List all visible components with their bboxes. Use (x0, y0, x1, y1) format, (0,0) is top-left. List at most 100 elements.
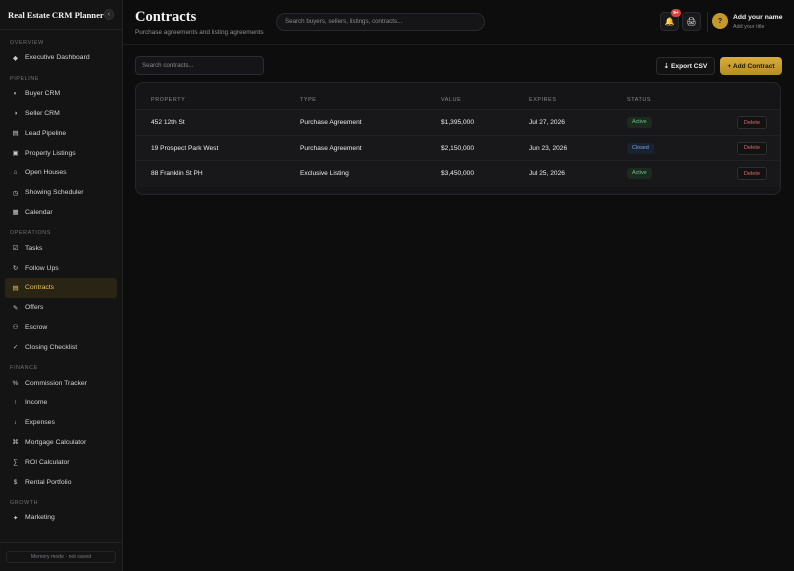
sidebar-section-label: OVERVIEW (10, 40, 44, 46)
app-title: Real Estate CRM Planner (8, 9, 104, 20)
bell-icon: 🔔 (664, 17, 675, 26)
table-row[interactable]: 88 Franklin St PH Exclusive Listing $3,450… (136, 161, 780, 187)
sidebar-item-label: Seller CRM (25, 109, 60, 117)
add-contract-button[interactable]: + Add Contract (720, 57, 782, 75)
sidebar: Real Estate CRM Planner ‹ OVERVIEW ◆ Execu… (0, 0, 123, 571)
sidebar-item-executive-dashboard[interactable]: ◆ Executive Dashboard (5, 48, 117, 68)
sidebar-section-label: PIPELINE (10, 75, 40, 82)
sidebar-item-label: Rental Portfolio (25, 478, 72, 486)
pencil-icon: ✎ (12, 304, 19, 312)
check-icon: ✓ (12, 344, 19, 352)
chevron-left-icon[interactable]: ‹ (103, 9, 114, 20)
status-badge: Closed (627, 142, 654, 154)
table-body: 452 12th St Purchase Agreement $1,395,000 J… (136, 110, 780, 187)
sidebar-section-label: OPERATIONS (10, 230, 51, 237)
sidebar-item-label: Showing Scheduler (25, 189, 84, 197)
listing-icon: ▣ (12, 150, 19, 158)
sidebar-item-showing-scheduler[interactable]: ◷ Showing Scheduler (5, 183, 117, 203)
print-button[interactable]: 🖨 (682, 12, 701, 31)
sidebar-item-label: Calendar (25, 208, 53, 216)
sidebar-item-label: Commission Tracker (25, 379, 87, 387)
sidebar-item-label: Income (25, 399, 48, 407)
half-circle-icon: ◐ (13, 90, 18, 98)
sidebar-item-income[interactable]: ↑ Income (5, 393, 117, 413)
sidebar-item-label: Contracts (25, 284, 55, 292)
refresh-icon: ↻ (12, 265, 19, 273)
cell-property: 19 Prospect Park West (151, 144, 219, 152)
sidebar-item-label: Mortgage Calculator (25, 438, 87, 446)
table-header: PROPERTY TYPE VALUE EXPIRES STATUS (136, 83, 780, 110)
sidebar-item-marketing[interactable]: ✦ Marketing (5, 508, 117, 528)
cell-expires: Jun 23, 2026 (529, 144, 568, 152)
calculator-icon: ⌘ (12, 439, 19, 447)
home-icon: ⌂ (13, 169, 18, 177)
sidebar-item-open-houses[interactable]: ⌂ Open Houses (5, 163, 117, 183)
sidebar-item-label: Tasks (25, 244, 43, 252)
sidebar-item-label: Lead Pipeline (25, 129, 67, 137)
top-bar: Contracts Purchase agreements and listin… (123, 0, 794, 45)
sidebar-item-tasks[interactable]: ☑ Tasks (5, 238, 117, 258)
sidebar-item-escrow[interactable]: ⚇ Escrow (5, 318, 117, 338)
cell-expires: Jul 25, 2026 (529, 170, 565, 177)
arrow-up-icon: ↑ (13, 399, 18, 407)
delete-button[interactable]: Delete (737, 141, 767, 155)
sidebar-item-follow-ups[interactable]: ↻ Follow Ups (5, 258, 117, 278)
half-circle-icon: ◑ (13, 109, 18, 117)
sidebar-item-label: Expenses (25, 419, 55, 427)
sidebar-item-label: Marketing (25, 514, 55, 522)
sidebar-item-roi-calculator[interactable]: ∑ ROI Calculator (5, 452, 117, 472)
column-header-property: PROPERTY (151, 97, 186, 103)
sidebar-item-label: Escrow (25, 323, 48, 331)
delete-button[interactable]: Delete (737, 116, 767, 129)
global-search-input[interactable]: Search buyers, sellers, listings, contra… (276, 13, 485, 31)
sidebar-item-label: Buyer CRM (25, 90, 61, 98)
sidebar-item-commission-tracker[interactable]: % Commission Tracker (5, 373, 117, 393)
contracts-search-input[interactable]: Search contracts... (135, 56, 264, 75)
percent-icon: % (12, 379, 19, 387)
sidebar-item-lead-pipeline[interactable]: ▤ Lead Pipeline (5, 123, 117, 143)
avatar[interactable]: ? (712, 13, 728, 29)
sidebar-item-closing-checklist[interactable]: ✓ Closing Checklist (5, 337, 117, 357)
cell-property: 452 12th St (151, 119, 185, 126)
printer-icon: 🖨 (686, 17, 697, 26)
table-row[interactable]: 19 Prospect Park West Purchase Agreement $… (136, 135, 780, 161)
column-header-expires: EXPIRES (529, 97, 557, 103)
cell-property: 88 Franklin St PH (151, 170, 203, 177)
sigma-icon: ∑ (13, 458, 18, 466)
sidebar-item-offers[interactable]: ✎ Offers (5, 298, 117, 318)
sidebar-item-rental-portfolio[interactable]: $ Rental Portfolio (5, 472, 117, 492)
cell-type: Exclusive Listing (300, 170, 349, 177)
sidebar-section-label: FINANCE (10, 365, 38, 372)
contracts-table: PROPERTY TYPE VALUE EXPIRES STATUS 452 1… (135, 82, 781, 195)
sidebar-nav: OVERVIEW ◆ Executive Dashboard PIPELINE ◐ Buy… (0, 30, 122, 528)
sidebar-item-label: Open Houses (25, 169, 67, 177)
sidebar-item-contracts[interactable]: ▤ Contracts (5, 277, 117, 298)
brand-bar: Real Estate CRM Planner ‹ (0, 0, 122, 30)
user-name[interactable]: Add your name (733, 14, 782, 21)
header-divider (707, 12, 708, 32)
delete-button[interactable]: Delete (737, 167, 767, 180)
diamond-icon: ◆ (13, 54, 18, 62)
sidebar-item-buyer-crm[interactable]: ◐ Buyer CRM (5, 84, 117, 104)
export-csv-button[interactable]: ⇣ Export CSV (656, 57, 715, 75)
user-title[interactable]: Add your title (733, 24, 764, 30)
sidebar-item-property-listings[interactable]: ▣ Property Listings (5, 143, 117, 163)
cell-type: Purchase Agreement (300, 144, 362, 152)
clock-icon: ◷ (12, 189, 19, 197)
sidebar-item-mortgage-calculator[interactable]: ⌘ Mortgage Calculator (5, 433, 117, 453)
sidebar-item-seller-crm[interactable]: ◑ Seller CRM (5, 104, 117, 124)
page-title: Contracts (135, 9, 197, 25)
notifications-button[interactable]: 🔔 9+ (660, 9, 681, 31)
app-shell: Real Estate CRM Planner ‹ OVERVIEW ◆ Execu… (0, 0, 794, 571)
contract-icon: ▤ (12, 284, 19, 292)
sidebar-item-expenses[interactable]: ↓ Expenses (5, 413, 117, 433)
table-row[interactable]: 452 12th St Purchase Agreement $1,395,000 J… (136, 110, 780, 136)
cell-type: Purchase Agreement (300, 119, 362, 126)
status-badge: Active (627, 117, 652, 128)
sidebar-section-label: GROWTH (10, 499, 39, 506)
escrow-icon: ⚇ (12, 324, 19, 332)
column-header-type: TYPE (300, 97, 317, 103)
page-subtitle: Purchase agreements and listing agreemen… (135, 29, 264, 36)
main-content: Contracts Purchase agreements and listin… (123, 0, 794, 571)
sidebar-item-calendar[interactable]: ▦ Calendar (5, 203, 117, 223)
